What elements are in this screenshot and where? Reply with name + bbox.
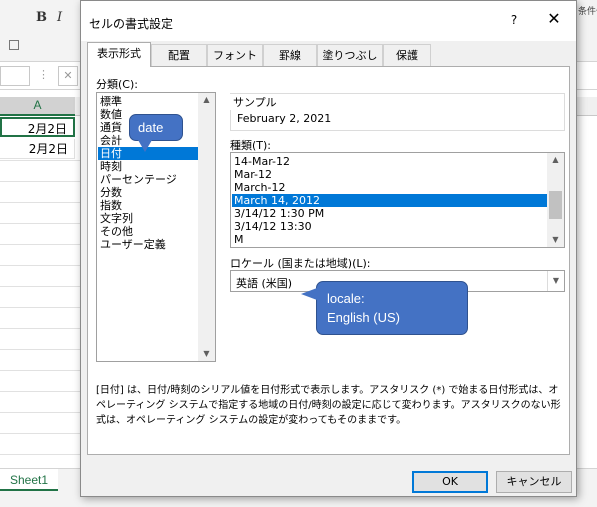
sheet-tab-sheet1[interactable]: Sheet1 [0,469,58,491]
grid-line [0,202,80,203]
tab-protection[interactable]: 保護 [383,44,431,66]
category-scrollbar[interactable]: ▲ ▼ [198,93,215,361]
date-callout: date [129,114,183,141]
category-item-special[interactable]: その他 [98,225,199,238]
chevron-down-icon[interactable]: ▼ [547,271,564,291]
scroll-thumb[interactable] [549,191,562,219]
more-icon: ⋮ [38,68,49,81]
help-button[interactable]: ? [506,13,522,27]
tab-font[interactable]: フォント [207,44,263,66]
grid-line [0,265,80,266]
tab-fill[interactable]: 塗りつぶし [317,44,383,66]
bold-button[interactable]: B [36,10,47,25]
grid-line [0,328,80,329]
scroll-down-icon[interactable]: ▼ [547,233,564,247]
tab-border[interactable]: 罫線 [263,44,317,66]
grid-line [0,454,80,455]
font-dialog-launcher-icon[interactable] [9,40,19,50]
date-callout-tail [138,140,152,152]
scroll-up-icon[interactable]: ▲ [198,93,215,107]
grid-line [0,307,80,308]
grid-line [0,433,80,434]
grid-line [0,244,80,245]
scroll-down-icon[interactable]: ▼ [198,347,215,361]
format-description: [日付] は、日付/時刻のシリアル値を日付形式で表示します。アスタリスク (*)… [96,385,561,426]
type-list[interactable]: 14-Mar-12 Mar-12 March-12 March 14, 2012… [230,152,565,248]
cell-a3[interactable]: 2月2日 [0,139,75,159]
locale-value: 英語 (米国) [236,277,293,290]
type-item[interactable]: 14-Mar-12 [232,155,548,168]
category-item-custom[interactable]: ユーザー定義 [98,238,199,251]
column-header-a[interactable]: A [0,97,75,116]
sample-label: サンプル [230,94,280,110]
locale-callout-line2: English (US) [327,310,400,325]
dialog-title: セルの書式設定 [89,17,174,31]
close-button[interactable]: ✕ [543,9,565,28]
type-item[interactable]: 3/14/12 1:30 PM [232,207,548,220]
type-item[interactable]: M [232,233,548,246]
category-item-fraction[interactable]: 分数 [98,186,199,199]
grid-line [0,181,80,182]
grid-line [0,412,80,413]
category-label: 分類(C): [96,78,138,91]
category-item-time[interactable]: 時刻 [98,160,199,173]
name-box[interactable] [0,66,30,86]
sample-value: February 2, 2021 [237,112,332,125]
cancel-button[interactable]: キャンセル [496,471,572,493]
cancel-entry-icon[interactable]: ✕ [58,66,78,86]
locale-callout: locale: English (US) [316,281,468,335]
locale-callout-line1: locale: [327,291,365,306]
grid-line [0,160,80,161]
cell-a2[interactable]: 2月2日 [0,117,75,137]
type-item-selected[interactable]: March 14, 2012 [232,194,548,207]
format-cells-dialog: セルの書式設定 ? ✕ 表示形式 配置 フォント 罫線 塗りつぶし 保護 分類(… [80,0,577,497]
category-item-percentage[interactable]: パーセンテージ [98,173,199,186]
grid-line [0,391,80,392]
grid-line [0,349,80,350]
category-item-scientific[interactable]: 指数 [98,199,199,212]
type-item[interactable]: March-12 [232,181,548,194]
grid-line [0,370,80,371]
locale-callout-tail [301,288,317,300]
scroll-up-icon[interactable]: ▲ [547,153,564,167]
grid-line [0,223,80,224]
dialog-titlebar: セルの書式設定 ? ✕ [81,1,576,41]
tab-alignment[interactable]: 配置 [151,44,207,66]
sample-box: February 2, 2021 [230,93,565,131]
type-scrollbar[interactable]: ▲ ▼ [547,153,564,247]
type-item[interactable]: Mar-12 [232,168,548,181]
conditional-format-label[interactable]: 条件付き [578,4,597,17]
type-label: 種類(T): [230,139,272,152]
date-callout-text: date [138,120,164,135]
type-item[interactable]: 3/14/12 13:30 [232,220,548,233]
ok-button[interactable]: OK [412,471,488,493]
locale-label: ロケール (国または地域)(L): [230,257,371,270]
grid-line [0,286,80,287]
category-item-general[interactable]: 標準 [98,95,199,108]
tab-number[interactable]: 表示形式 [87,42,151,67]
italic-button[interactable]: I [57,10,62,25]
category-item-text[interactable]: 文字列 [98,212,199,225]
